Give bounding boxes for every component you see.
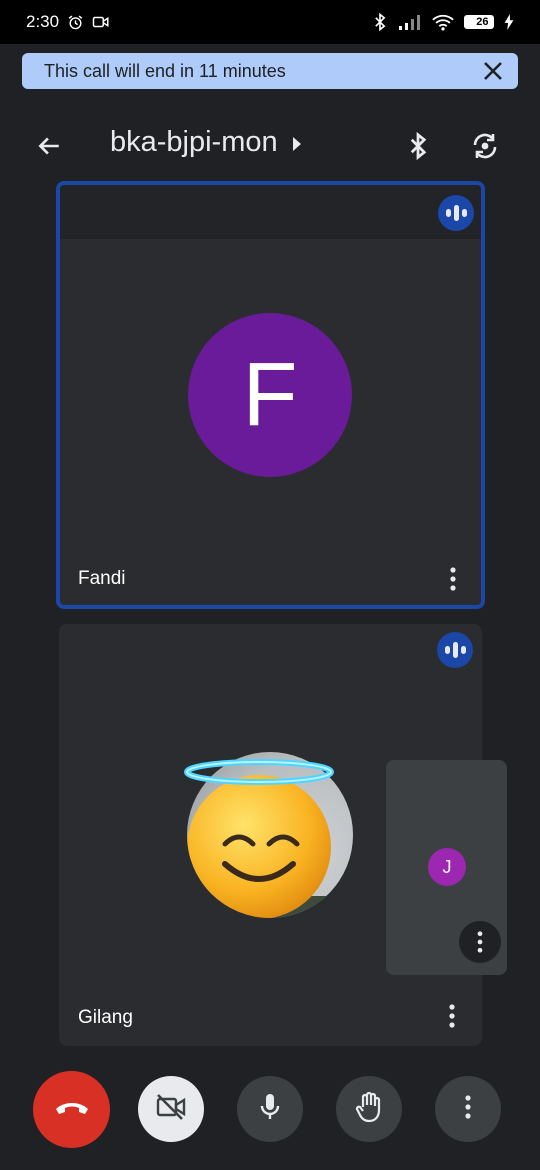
participant-tile-fandi[interactable]: F Fandi [56, 181, 485, 609]
call-header: bka-bjpi-mon [0, 112, 540, 176]
call-end-banner: This call will end in 11 minutes [22, 53, 518, 89]
call-controls [0, 1048, 540, 1170]
more-vert-icon[interactable] [438, 561, 468, 597]
participant-name: Fandi [78, 568, 126, 589]
phone-hangup-icon [54, 1098, 90, 1121]
alarm-icon [67, 14, 84, 31]
battery-icon: 26 [464, 15, 494, 29]
wifi-icon [432, 14, 454, 31]
avatar-initial: F [242, 344, 298, 445]
self-avatar-initial: J [442, 856, 452, 877]
more-vert-icon[interactable] [437, 998, 467, 1034]
avatar: F [188, 313, 352, 477]
raise-hand-button[interactable] [336, 1076, 402, 1142]
participant-name: Gilang [78, 1007, 133, 1028]
status-bar: 2:30 26 [0, 0, 540, 44]
speaking-indicator-icon [437, 632, 473, 668]
meeting-code: bka-bjpi-mon [110, 126, 278, 158]
call-screen: 2:30 26 This call will end in 11 minutes… [0, 0, 540, 1170]
more-options-button[interactable] [435, 1076, 501, 1142]
camera-toggle-button[interactable] [138, 1076, 204, 1142]
bluetooth-icon [372, 12, 388, 32]
mic-toggle-button[interactable] [237, 1076, 303, 1142]
charging-icon [504, 14, 514, 30]
meeting-code-button[interactable]: bka-bjpi-mon [110, 126, 302, 159]
avatar: J [428, 848, 466, 886]
more-vert-icon[interactable] [459, 921, 501, 963]
battery-level: 26 [476, 16, 489, 28]
self-view-tile[interactable]: J [386, 760, 507, 975]
close-icon[interactable] [482, 60, 504, 82]
signal-icon [398, 14, 422, 30]
bluetooth-audio-icon[interactable] [400, 128, 436, 164]
end-call-button[interactable] [33, 1071, 110, 1148]
switch-camera-icon[interactable] [467, 128, 503, 164]
speaking-indicator-icon [438, 195, 474, 231]
hand-icon [355, 1091, 383, 1128]
more-vert-icon [465, 1094, 471, 1124]
banner-text: This call will end in 11 minutes [44, 60, 286, 81]
mic-icon [259, 1092, 281, 1127]
back-arrow-icon[interactable] [31, 128, 67, 164]
videocam-off-icon [155, 1093, 187, 1126]
status-time: 2:30 [26, 12, 60, 31]
tile-header-shade [60, 185, 481, 239]
halo-icon [184, 759, 334, 785]
video-record-icon [92, 14, 110, 30]
caret-right-icon [292, 126, 302, 159]
